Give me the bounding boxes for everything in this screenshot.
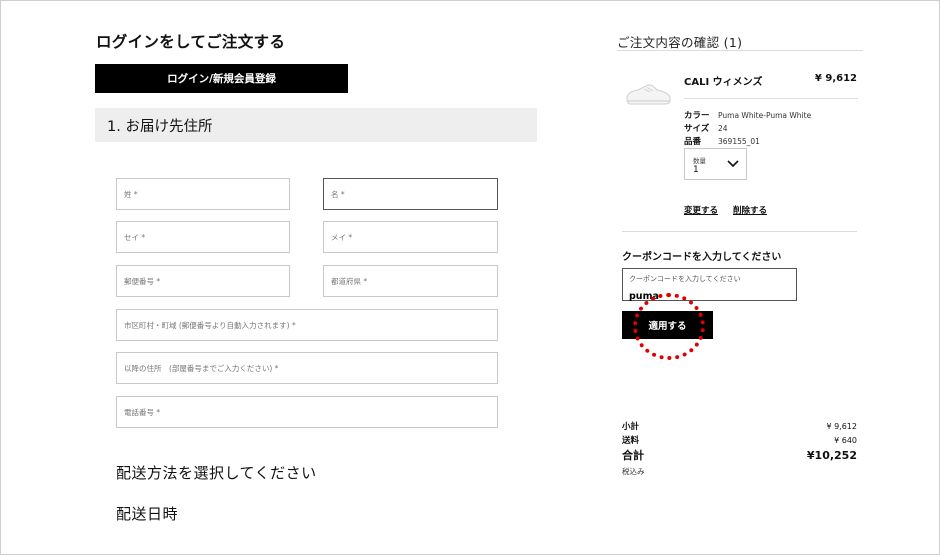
chevron-down-icon <box>727 160 739 168</box>
shipping-label: 送料 <box>622 436 640 446</box>
last-name-kana-input[interactable] <box>124 232 289 242</box>
spec-key: サイズ <box>684 124 710 134</box>
divider <box>617 50 863 51</box>
sneaker-icon <box>626 84 671 105</box>
quantity-label: 数量 <box>693 157 706 165</box>
prefecture-field[interactable] <box>323 265 498 297</box>
postal-code-field[interactable] <box>116 265 290 297</box>
shipping-method-title: 配送方法を選択してください <box>116 464 317 482</box>
city-input[interactable] <box>124 320 497 330</box>
address-rest-field[interactable] <box>116 352 498 384</box>
spec-row-sku: 品番 369155_01 <box>684 135 760 147</box>
shipping-address-section-header: 1. お届け先住所 <box>95 108 537 142</box>
subtotal-label: 小計 <box>622 422 640 432</box>
spec-value: 24 <box>718 124 728 133</box>
delivery-date-title: 配送日時 <box>116 505 179 523</box>
first-name-kana-field[interactable] <box>323 221 498 253</box>
change-item-link[interactable]: 変更する <box>684 204 718 216</box>
total-row: 合計 ¥10,252 <box>622 447 857 463</box>
product-price: ¥ 9,612 <box>814 73 857 84</box>
divider <box>622 231 857 232</box>
coupon-input[interactable] <box>629 291 790 302</box>
section-title: 1. お届け先住所 <box>107 118 213 135</box>
divider <box>684 98 858 99</box>
coupon-field[interactable]: クーポンコードを入力してください <box>622 268 797 302</box>
spec-key: カラー <box>684 111 710 121</box>
city-field[interactable] <box>116 309 498 341</box>
spec-value: Puma White-Puma White <box>718 111 812 120</box>
prefecture-input[interactable] <box>331 276 497 286</box>
login-title: ログインをしてご注文する <box>96 33 286 51</box>
first-name-input[interactable] <box>331 189 497 199</box>
tax-note: 税込み <box>622 467 645 476</box>
last-name-field[interactable] <box>116 178 290 210</box>
order-summary-title: ご注文内容の確認 (1) <box>617 35 743 50</box>
coupon-title: クーポンコードを入力してください <box>622 252 782 263</box>
delete-item-link[interactable]: 削除する <box>733 204 767 216</box>
total-label: 合計 <box>622 449 644 462</box>
quantity-select[interactable]: 数量 1 <box>684 148 747 180</box>
total-value: ¥10,252 <box>806 449 857 462</box>
coupon-field-label: クーポンコードを入力してください <box>629 275 741 283</box>
product-name: CALI ウィメンズ <box>684 77 763 88</box>
shipping-row: 送料 ¥ 640 <box>622 434 857 446</box>
spec-key: 品番 <box>684 137 702 147</box>
spec-value: 369155_01 <box>718 137 760 146</box>
subtotal-value: ¥ 9,612 <box>826 422 857 431</box>
quantity-value: 1 <box>693 165 699 175</box>
phone-input[interactable] <box>124 407 497 417</box>
shipping-value: ¥ 640 <box>834 436 857 445</box>
spec-row-color: カラー Puma White-Puma White <box>684 109 811 121</box>
first-name-field[interactable] <box>323 178 498 210</box>
first-name-kana-input[interactable] <box>331 232 497 242</box>
last-name-input[interactable] <box>124 189 289 199</box>
postal-code-input[interactable] <box>124 276 289 286</box>
spec-row-size: サイズ 24 <box>684 122 728 134</box>
phone-field[interactable] <box>116 396 498 428</box>
address-rest-input[interactable] <box>124 363 497 373</box>
last-name-kana-field[interactable] <box>116 221 290 253</box>
subtotal-row: 小計 ¥ 9,612 <box>622 420 857 432</box>
apply-coupon-button[interactable]: 適用する <box>622 311 713 339</box>
login-register-button[interactable]: ログイン/新規会員登録 <box>95 64 348 93</box>
